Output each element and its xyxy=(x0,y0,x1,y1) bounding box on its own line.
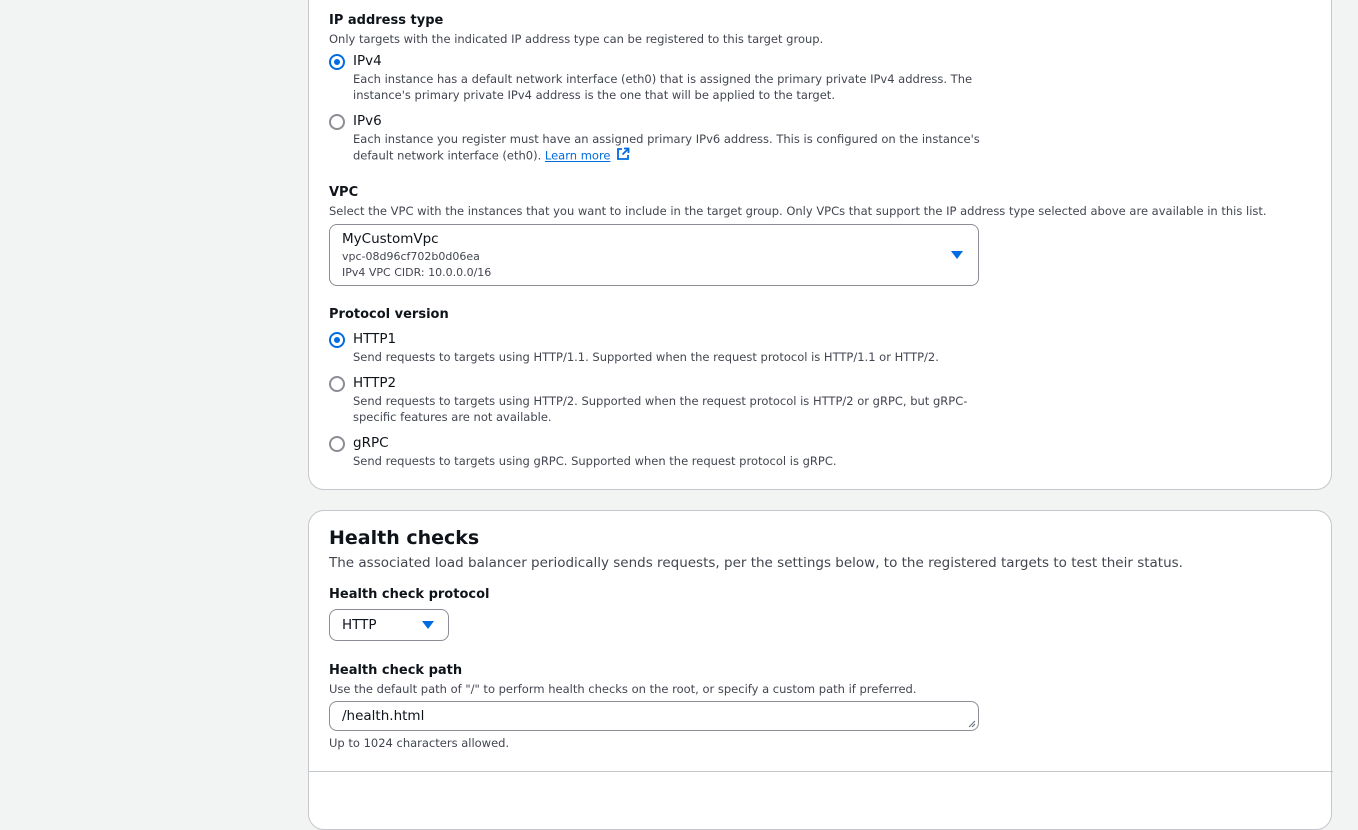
vpc-selected-id: vpc-08d96cf702b0d06ea xyxy=(342,250,480,263)
protocol-version-label: Protocol version xyxy=(329,307,449,322)
grpc-radio[interactable] xyxy=(329,436,345,452)
http2-option-label[interactable]: HTTP2 xyxy=(353,375,396,391)
caret-down-icon xyxy=(422,621,434,629)
vpc-description: Select the VPC with the instances that y… xyxy=(329,204,1267,218)
health-check-protocol-label: Health check protocol xyxy=(329,587,490,602)
ipv6-option-description-line2: default network interface (eth0). Learn … xyxy=(353,147,630,165)
ipv4-radio[interactable] xyxy=(329,54,345,70)
vpc-selected-cidr: IPv4 VPC CIDR: 10.0.0.0/16 xyxy=(342,266,492,279)
caret-down-icon xyxy=(951,251,963,259)
ipv6-option-label[interactable]: IPv6 xyxy=(353,113,382,129)
health-check-path-description: Use the default path of "/" to perform h… xyxy=(329,682,917,696)
ipv4-option-label[interactable]: IPv4 xyxy=(353,53,382,69)
http1-option-description: Send requests to targets using HTTP/1.1.… xyxy=(353,350,939,364)
health-check-path-value: /health.html xyxy=(342,708,425,724)
ip-address-type-label: IP address type xyxy=(329,13,444,28)
ipv6-option-description-line1: Each instance you register must have an … xyxy=(353,132,980,146)
ipv6-option-description-text: default network interface (eth0). xyxy=(353,148,542,163)
ipv4-option-description-line1: Each instance has a default network inte… xyxy=(353,72,973,86)
ip-address-type-description: Only targets with the indicated IP addre… xyxy=(329,32,824,46)
vpc-select[interactable]: MyCustomVpc vpc-08d96cf702b0d06ea IPv4 V… xyxy=(329,224,979,286)
health-checks-description: The associated load balancer periodicall… xyxy=(329,555,1183,571)
http2-option-description-line1: Send requests to targets using HTTP/2. S… xyxy=(353,394,968,408)
grpc-option-description: Send requests to targets using gRPC. Sup… xyxy=(353,454,837,468)
health-checks-title: Health checks xyxy=(329,527,480,549)
section-divider xyxy=(309,771,1333,772)
health-check-path-input[interactable]: /health.html xyxy=(329,701,979,731)
health-check-protocol-value: HTTP xyxy=(342,617,377,633)
http1-radio[interactable] xyxy=(329,332,345,348)
target-group-settings-panel: IP address type Only targets with the in… xyxy=(308,0,1332,490)
ipv4-option-description-line2: instance's primary private IPv4 address … xyxy=(353,88,835,102)
resize-handle-icon[interactable] xyxy=(968,720,976,728)
health-check-protocol-select[interactable]: HTTP xyxy=(329,609,449,641)
vpc-label: VPC xyxy=(329,185,359,200)
health-check-path-label: Health check path xyxy=(329,663,463,678)
external-link-icon[interactable] xyxy=(616,147,630,165)
http2-option-description-line2: specific features are not available. xyxy=(353,410,552,424)
health-check-path-constraint: Up to 1024 characters allowed. xyxy=(329,736,510,750)
http1-option-label[interactable]: HTTP1 xyxy=(353,331,396,347)
vpc-selected-name: MyCustomVpc xyxy=(342,231,439,247)
learn-more-link[interactable]: Learn more xyxy=(545,149,611,163)
health-checks-panel: Health checks The associated load balanc… xyxy=(308,510,1333,830)
http2-radio[interactable] xyxy=(329,376,345,392)
ipv6-radio[interactable] xyxy=(329,114,345,130)
grpc-option-label[interactable]: gRPC xyxy=(353,435,389,451)
